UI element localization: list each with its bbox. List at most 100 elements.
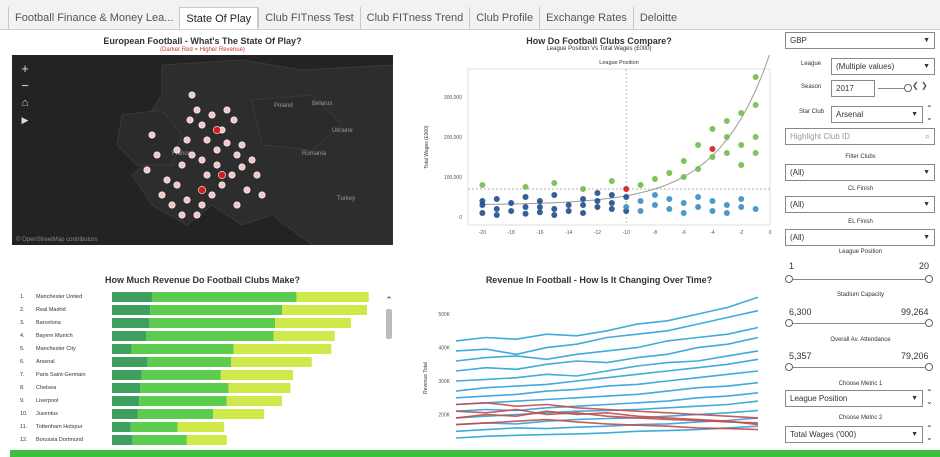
revenue-trend-line — [455, 309, 759, 356]
metric1-stepper[interactable]: ⌃ ⌄ — [926, 388, 933, 406]
league-position-min-knob[interactable] — [785, 275, 793, 283]
league-select[interactable]: (Multiple values) ▼ — [831, 58, 935, 75]
tab-deloitte[interactable]: Deloitte — [632, 7, 683, 29]
revenue-club-row: 3. Barcelona — [20, 320, 61, 326]
club-marker — [218, 181, 226, 189]
home-icon[interactable]: ⌂ — [22, 96, 29, 110]
club-marker — [198, 156, 206, 164]
scatter-point — [738, 204, 745, 210]
scatter-point — [637, 208, 644, 214]
metric2-value: Total Wages ('000) — [790, 430, 857, 439]
currency-value: GBP — [790, 36, 807, 45]
scatter-point — [536, 198, 543, 204]
league-position-label: League Position — [838, 249, 883, 255]
scatter-point — [752, 150, 759, 156]
club-marker — [238, 141, 246, 149]
club-rank: 9. — [20, 398, 25, 404]
stadium-capacity-label: Stadium Capacity — [836, 292, 885, 298]
next-icon[interactable]: ❯ — [921, 81, 928, 90]
x-tick-label: -12 — [594, 230, 601, 236]
league-position-max: 20 — [919, 261, 930, 271]
revenue-trend-line — [455, 326, 759, 362]
zoom-out-icon[interactable]: − — [21, 79, 29, 93]
currency-select[interactable]: GBP ▼ — [785, 32, 935, 49]
stadium-capacity-min-knob[interactable] — [785, 319, 793, 327]
map-attribution: © OpenStreetMap contributors — [16, 236, 97, 243]
season-stepper[interactable]: ❮ ❯ — [912, 81, 928, 90]
revenue-bar-segment — [112, 435, 133, 445]
tab-club-profile[interactable]: Club Profile — [469, 7, 539, 29]
scatter-point — [565, 208, 572, 214]
season-slider-knob[interactable] — [904, 84, 912, 92]
chevron-down-icon: ▼ — [911, 395, 918, 402]
stadium-capacity-max-knob[interactable] — [925, 319, 933, 327]
revenue-bar-segment — [112, 396, 140, 406]
metric2-stepper[interactable]: ⌃ ⌄ — [926, 424, 933, 442]
europe-map[interactable]: Poland Belarus Ukraine Romania Turkey Fr… — [12, 55, 393, 245]
club-name: Manchester City — [36, 346, 76, 352]
revenue-scrollbar[interactable]: ⌃ — [384, 295, 394, 450]
scatter-point — [522, 210, 529, 217]
scatter-point — [580, 196, 587, 202]
highlight-club-input[interactable]: Highlight Club ID ⌕ — [785, 128, 935, 145]
attendance-max-knob[interactable] — [925, 363, 933, 371]
scatter-point — [536, 204, 543, 210]
scatter-point — [680, 200, 687, 206]
tab-club-fitness-test[interactable]: Club FITness Test — [258, 7, 359, 29]
prev-icon[interactable]: ❮ — [912, 81, 919, 90]
revenue-bar-segment — [146, 331, 274, 341]
stadium-capacity-slider[interactable] — [789, 323, 929, 324]
revenue-bar-segment — [296, 292, 369, 302]
zoom-in-icon[interactable]: + — [21, 62, 29, 76]
scatter-point — [608, 192, 615, 198]
y-tick-label: 0 — [459, 215, 462, 221]
scatter-y-label: Total Wages (£000) — [424, 125, 430, 169]
revenue-bar-segment — [150, 305, 282, 315]
star-club-stepper[interactable]: ⌃ ⌄ — [926, 104, 933, 122]
metric2-select[interactable]: Total Wages ('000) ▼ — [785, 426, 923, 443]
tab-club-fitness-trend[interactable]: Club FITness Trend — [359, 7, 470, 29]
scatter-point — [551, 192, 558, 198]
club-marker-high-revenue — [198, 186, 206, 194]
metric1-select[interactable]: League Position ▼ — [785, 390, 923, 407]
trend-line-chart[interactable]: 200K 300K 400K 500K Revenue Total — [418, 288, 780, 450]
attendance-slider[interactable] — [789, 367, 929, 368]
revenue-bar-chart[interactable] — [112, 290, 380, 450]
tab-exchange-rates[interactable]: Exchange Rates — [539, 7, 633, 29]
scatter-point — [709, 146, 716, 152]
league-position-max-knob[interactable] — [925, 275, 933, 283]
star-club-select[interactable]: Arsenal ▼ — [831, 106, 923, 123]
scroll-up-icon[interactable]: ⌃ — [384, 295, 394, 306]
scroll-thumb[interactable] — [386, 309, 392, 339]
scatter-point — [623, 194, 630, 200]
chevron-down-icon: ▼ — [911, 431, 918, 438]
el-finish-select[interactable]: (All) ▼ — [785, 229, 935, 246]
filter-sidebar: GBP ▼ League (Multiple values) ▼ Season 20… — [781, 30, 940, 457]
map-label-belarus: Belarus — [312, 101, 332, 107]
cl-finish-select[interactable]: (All) ▼ — [785, 196, 935, 213]
scatter-chart[interactable]: League Position Total Wages (£000) 0 100,00… — [418, 55, 780, 245]
club-marker — [153, 151, 161, 159]
x-tick-label: -10 — [623, 230, 630, 236]
season-field[interactable]: 2017 — [831, 80, 875, 97]
club-name: Manchester United — [36, 294, 83, 300]
tab-state-of-play[interactable]: State Of Play — [179, 7, 259, 29]
club-rank: 1. — [20, 294, 25, 300]
season-value: 2017 — [836, 84, 854, 93]
filter-clubs-select[interactable]: (All) ▼ — [785, 164, 935, 181]
scatter-point — [738, 162, 745, 168]
club-marker — [163, 176, 171, 184]
scatter-point — [680, 174, 687, 180]
club-rank: 2. — [20, 307, 25, 313]
season-slider-track[interactable] — [878, 88, 906, 89]
cl-finish-label: CL Finish — [847, 186, 874, 192]
play-icon[interactable]: ▶ — [22, 113, 29, 127]
scatter-point — [738, 110, 745, 116]
league-position-slider[interactable] — [789, 279, 929, 280]
attendance-min-knob[interactable] — [785, 363, 793, 371]
scatter-point — [723, 150, 730, 156]
tab-football-finance[interactable]: Football Finance & Money Lea... — [8, 7, 179, 29]
club-marker — [258, 191, 266, 199]
scatter-point — [666, 196, 673, 202]
league-value: (Multiple values) — [836, 62, 895, 71]
